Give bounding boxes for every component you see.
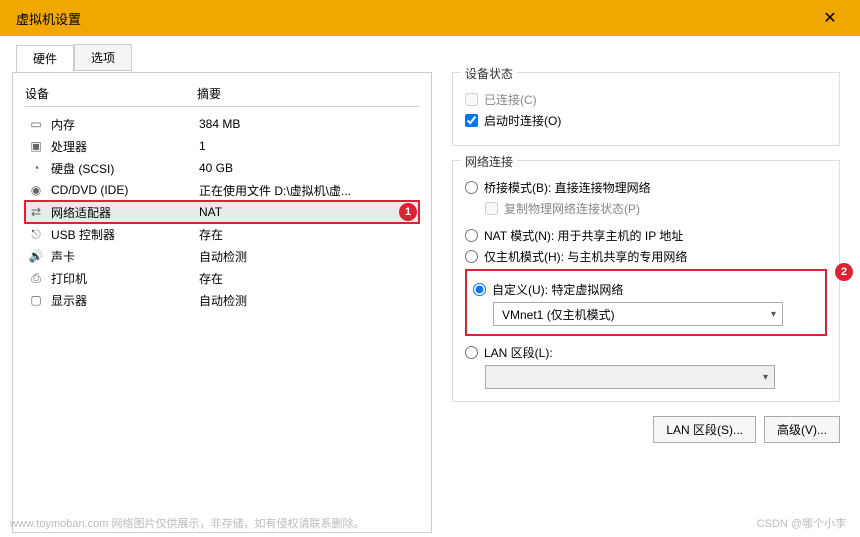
row-custom[interactable]: 自定义(U): 特定虚拟网络 [473,281,819,298]
close-button[interactable]: ✕ [810,0,850,36]
device-name: 声卡 [51,248,199,265]
cpu-icon: ▣ [27,139,45,153]
device-summary: 384 MB [199,117,417,131]
device-row-sound[interactable]: 🔊 声卡自动检测 [25,245,419,267]
checkbox-connect-power[interactable] [465,114,478,127]
device-row-cpu[interactable]: ▣ 处理器1 [25,135,419,157]
device-row-cd[interactable]: ◉ CD/DVD (IDE)正在使用文件 D:\虚拟机\虚... [25,179,419,201]
net-icon: ⇄ [27,205,45,219]
lan-segment-button[interactable]: LAN 区段(S)... [653,416,756,443]
radio-lan[interactable] [465,346,478,359]
device-summary: 正在使用文件 D:\虚拟机\虚... [199,182,417,199]
sound-icon: 🔊 [27,249,45,263]
row-replicate: 复制物理网络连接状态(P) [485,200,827,217]
device-name: CD/DVD (IDE) [51,183,199,197]
custom-highlight: 2 自定义(U): 特定虚拟网络 VMnet1 (仅主机模式) ▾ [465,269,827,336]
radio-hostonly[interactable] [465,250,478,263]
device-name: USB 控制器 [51,226,199,243]
radio-bridged[interactable] [465,181,478,194]
device-summary: NAT [199,205,391,219]
combo-vmnet[interactable]: VMnet1 (仅主机模式) ▾ [493,302,783,326]
label-nat: NAT 模式(N): 用于共享主机的 IP 地址 [484,227,683,244]
group-network: 网络连接 桥接模式(B): 直接连接物理网络 复制物理网络连接状态(P) NAT… [452,160,840,402]
table-header: 设备 摘要 [25,85,419,107]
device-name: 内存 [51,116,199,133]
device-summary: 存在 [199,270,417,287]
label-replicate: 复制物理网络连接状态(P) [504,200,640,217]
advanced-button[interactable]: 高级(V)... [764,416,840,443]
usb-icon: ⎋ [27,227,45,241]
device-table: 设备 摘要 ▭内存384 MB▣处理器1◔硬盘 (SCSI)40 GB◉CD/D… [25,85,419,311]
settings-panel: 设备状态 已连接(C) 启动时连接(O) 网络连接 桥接模式(B): 直接连接物… [444,72,848,533]
disk-icon: ◔ [27,161,45,175]
header-device: 设备 [25,85,197,102]
device-panel: 设备 摘要 ▭内存384 MB▣处理器1◔硬盘 (SCSI)40 GB◉CD/D… [12,72,432,533]
tab-strip: 硬件 选项 [16,44,132,71]
device-summary: 自动检测 [199,292,417,309]
titlebar: 虚拟机设置 ✕ [0,0,860,36]
combo-vmnet-value: VMnet1 (仅主机模式) [502,306,615,323]
label-connect-power: 启动时连接(O) [484,112,561,129]
device-summary: 1 [199,139,417,153]
watermark-right: CSDN @哪个小李 [757,515,846,531]
chevron-down-icon: ▾ [771,309,776,320]
callout-2: 2 [835,263,853,281]
watermark-left: www.toymoban.com 网络图片仅供展示，非存储，如有侵权请联系删除。 [10,515,364,531]
tab-hardware[interactable]: 硬件 [16,45,74,72]
tab-options[interactable]: 选项 [74,44,132,71]
button-row: LAN 区段(S)... 高级(V)... [452,416,840,443]
label-hostonly: 仅主机模式(H): 与主机共享的专用网络 [484,248,687,265]
cd-icon: ◉ [27,183,45,197]
callout-1: 1 [399,203,417,221]
memory-icon: ▭ [27,117,45,131]
printer-icon: ⎙ [27,271,45,285]
device-name: 硬盘 (SCSI) [51,160,199,177]
device-row-display[interactable]: ▢ 显示器自动检测 [25,289,419,311]
device-row-net[interactable]: ⇄ 网络适配器NAT 1 [25,201,419,223]
checkbox-replicate [485,202,498,215]
radio-custom[interactable] [473,283,486,296]
device-name: 打印机 [51,270,199,287]
row-bridged[interactable]: 桥接模式(B): 直接连接物理网络 [465,179,827,196]
display-icon: ▢ [27,293,45,307]
radio-nat[interactable] [465,229,478,242]
row-connect-power[interactable]: 启动时连接(O) [465,112,827,129]
device-row-usb[interactable]: ⎋ USB 控制器存在 [25,223,419,245]
row-connected[interactable]: 已连接(C) [465,91,827,108]
row-lan[interactable]: LAN 区段(L): [465,344,827,361]
label-custom: 自定义(U): 特定虚拟网络 [492,281,623,298]
device-summary: 存在 [199,226,417,243]
device-row-memory[interactable]: ▭ 内存384 MB [25,113,419,135]
group-title-status: 设备状态 [461,65,517,82]
label-connected: 已连接(C) [484,91,537,108]
content: 设备 摘要 ▭内存384 MB▣处理器1◔硬盘 (SCSI)40 GB◉CD/D… [0,36,860,537]
group-status: 设备状态 已连接(C) 启动时连接(O) [452,72,840,146]
row-hostonly[interactable]: 仅主机模式(H): 与主机共享的专用网络 [465,248,827,265]
checkbox-connected [465,93,478,106]
label-lan: LAN 区段(L): [484,344,553,361]
device-name: 网络适配器 [51,204,199,221]
header-summary: 摘要 [197,85,419,102]
group-title-network: 网络连接 [461,153,517,170]
combo-lan: ▾ [485,365,775,389]
device-row-printer[interactable]: ⎙ 打印机存在 [25,267,419,289]
device-row-disk[interactable]: ◔ 硬盘 (SCSI)40 GB [25,157,419,179]
chevron-down-icon: ▾ [763,372,768,383]
device-summary: 自动检测 [199,248,417,265]
label-bridged: 桥接模式(B): 直接连接物理网络 [484,179,651,196]
row-nat[interactable]: NAT 模式(N): 用于共享主机的 IP 地址 [465,227,827,244]
device-name: 显示器 [51,292,199,309]
window-title: 虚拟机设置 [10,9,810,28]
device-name: 处理器 [51,138,199,155]
device-summary: 40 GB [199,161,417,175]
